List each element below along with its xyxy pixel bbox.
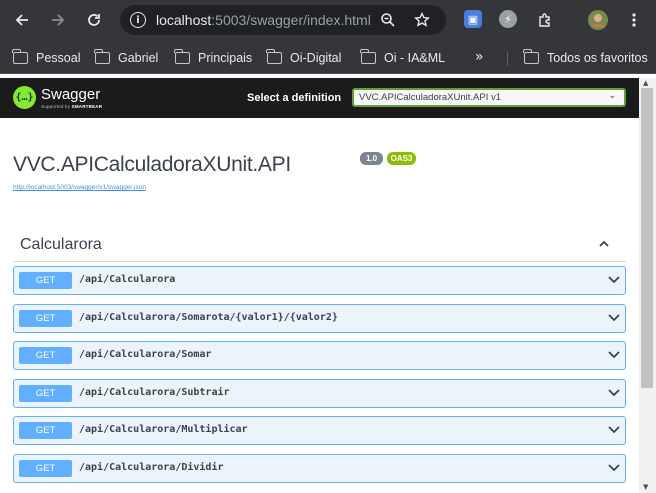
bookmark-label: Gabriel (118, 51, 159, 65)
profile-icon[interactable] (586, 8, 610, 32)
bookmark-label: Pessoal (36, 51, 81, 65)
operation-path: /api/Calcularora/Somar (79, 349, 212, 360)
bookmark-folder[interactable]: Pessoal (12, 49, 81, 67)
chevron-down-icon[interactable] (608, 314, 620, 322)
swagger-brand[interactable]: Swagger (41, 86, 100, 103)
bookmark-label: Todos os favoritos (547, 51, 648, 65)
version-badge: 1.0 (360, 152, 383, 165)
operation-row[interactable]: GET /api/Calcularora/Somar (13, 341, 626, 370)
chevron-down-icon[interactable] (608, 276, 620, 284)
scroll-thumb[interactable] (641, 88, 653, 388)
folder-icon (12, 49, 28, 64)
folder-icon (523, 49, 539, 64)
operation-path: /api/Calcularora (79, 274, 176, 285)
method-badge: GET (19, 460, 72, 477)
api-title: VVC.APICalculadoraXUnit.API (13, 153, 291, 176)
operation-row[interactable]: GET /api/Calcularora/Subtrair (13, 379, 626, 408)
bookmarks-divider (507, 52, 508, 66)
zoom-icon[interactable] (378, 10, 398, 30)
menu-icon[interactable] (622, 8, 646, 32)
url-text[interactable]: localhost:5003/swagger/index.html (156, 12, 371, 28)
folder-icon (266, 49, 282, 64)
operation-row[interactable]: GET /api/Calcularora/Somarota/{valor1}/{… (13, 304, 626, 333)
address-bar[interactable]: i localhost:5003/swagger/index.html (120, 5, 446, 35)
reload-icon[interactable] (82, 8, 106, 32)
page-scrollbar[interactable]: ▲ ▼ (639, 78, 656, 493)
method-badge: GET (19, 310, 72, 327)
method-badge: GET (19, 272, 72, 289)
translate-extension-icon[interactable]: ▣ (464, 10, 482, 28)
bookmark-label: Oi - IA&ML (384, 51, 446, 65)
folder-icon (360, 49, 376, 64)
operation-row[interactable]: GET /api/Calcularora/Dividir (13, 454, 626, 483)
folder-icon (174, 49, 190, 64)
bookmark-folder[interactable]: Gabriel (94, 49, 159, 67)
all-bookmarks-folder[interactable]: Todos os favoritos (523, 49, 648, 67)
bookmark-label: Oi-Digital (290, 51, 342, 65)
definition-select[interactable]: VVC.APICalculadoraXUnit.API v1 ⌄ (352, 88, 626, 107)
method-badge: GET (19, 385, 72, 402)
operation-row[interactable]: GET /api/Calcularora/Multiplicar (13, 416, 626, 445)
chevron-down-icon[interactable] (608, 389, 620, 397)
select-definition-label: Select a definition (247, 92, 342, 104)
browser-toolbar: i localhost:5003/swagger/index.html ▣ ⚡ (0, 0, 656, 40)
more-bookmarks-icon[interactable]: » (475, 49, 484, 65)
folder-icon (94, 49, 110, 64)
bookmark-folder[interactable]: Oi - IA&ML (360, 49, 446, 67)
scroll-down-icon[interactable]: ▼ (643, 483, 648, 491)
swagger-topbar: {…} Swagger Supported by SMARTBEAR Selec… (0, 78, 639, 118)
operation-path: /api/Calcularora/Subtrair (79, 387, 230, 398)
operation-path: /api/Calcularora/Multiplicar (79, 424, 248, 435)
definition-select-value: VVC.APICalculadoraXUnit.API v1 (359, 92, 502, 103)
chevron-up-icon[interactable] (599, 239, 609, 249)
forward-icon[interactable] (46, 8, 70, 32)
chevron-down-icon: ⌄ (608, 91, 616, 101)
bookmark-folder[interactable]: Principais (174, 49, 253, 67)
method-badge: GET (19, 422, 72, 439)
tag-name: Calcularora (20, 236, 102, 253)
swagger-logo-icon[interactable]: {…} (13, 86, 36, 109)
chevron-down-icon[interactable] (608, 426, 620, 434)
operation-path: /api/Calcularora/Dividir (79, 462, 224, 473)
star-icon[interactable] (412, 10, 432, 30)
bookmark-label: Principais (198, 51, 253, 65)
site-info-icon[interactable]: i (130, 12, 146, 28)
operation-row[interactable]: GET /api/Calcularora (13, 266, 626, 295)
method-badge: GET (19, 347, 72, 364)
extension-icon[interactable] (533, 8, 557, 32)
oas-badge: OAS3 (387, 152, 416, 165)
tag-section-header[interactable]: Calcularora (13, 228, 626, 262)
chevron-down-icon[interactable] (608, 351, 620, 359)
scroll-up-icon[interactable]: ▲ (643, 79, 648, 87)
back-icon[interactable] (10, 8, 34, 32)
bookmarks-bar: Pessoal Gabriel Principais Oi-Digital Oi… (0, 40, 656, 74)
spec-url-link[interactable]: http://localhost:5003/swagger/v1/swagger… (13, 184, 146, 191)
bookmark-folder[interactable]: Oi-Digital (266, 49, 342, 67)
chevron-down-icon[interactable] (608, 464, 620, 472)
operation-path: /api/Calcularora/Somarota/{valor1}/{valo… (79, 312, 338, 323)
swagger-brand-sub: Supported by SMARTBEAR (41, 104, 103, 109)
bolt-extension-icon[interactable]: ⚡ (499, 10, 517, 28)
